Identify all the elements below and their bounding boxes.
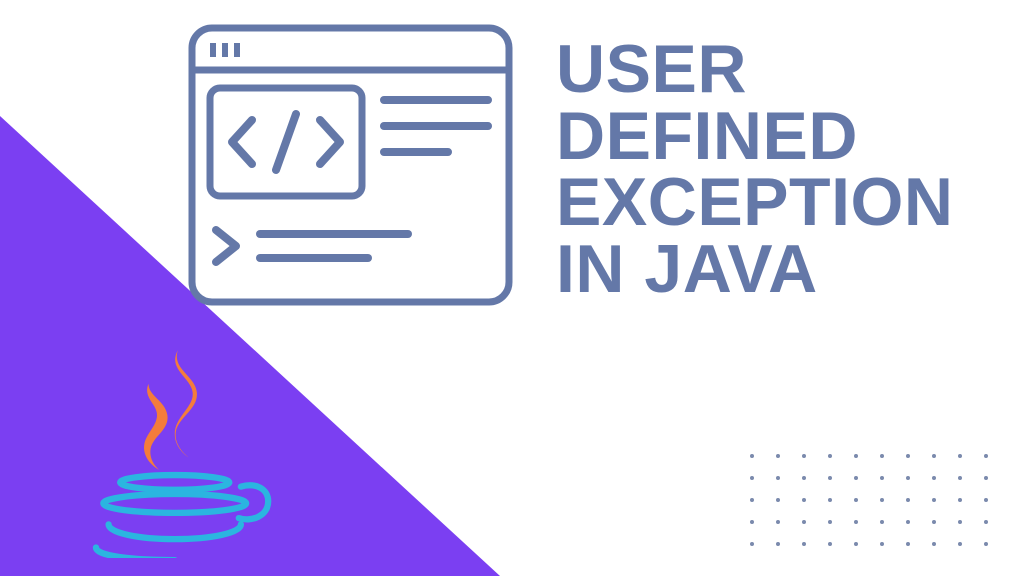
code-window-icon xyxy=(188,24,513,306)
page-title: USER DEFINED EXCEPTION IN JAVA xyxy=(556,36,953,303)
decorative-dot-grid xyxy=(750,454,988,546)
title-line-4: IN JAVA xyxy=(556,236,953,303)
title-line-3: EXCEPTION xyxy=(556,169,953,236)
java-logo-icon xyxy=(75,348,285,558)
title-line-2: DEFINED xyxy=(556,103,953,170)
title-line-1: USER xyxy=(556,36,953,103)
